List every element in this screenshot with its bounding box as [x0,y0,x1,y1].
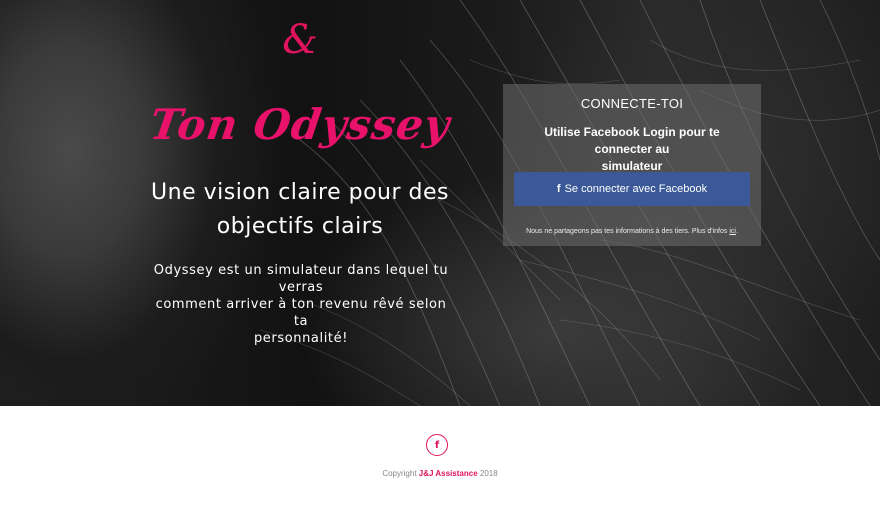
facebook-login-button[interactable]: f Se connecter avec Facebook [514,172,750,206]
description-line-2: comment arriver à ton revenu rêvé selon … [155,297,447,329]
privacy-end: . [735,228,738,235]
privacy-text: Nous ne partageons pas tes informations … [526,228,728,235]
login-card: CONNECTE-TOI Utilise Facebook Login pour… [503,84,761,246]
facebook-icon[interactable]: f [426,434,448,456]
company-link[interactable]: J&J Assistance [419,469,478,478]
login-card-title: CONNECTE-TOI [580,96,684,111]
copyright-notice: Copyright J&J Assistance 2018 [0,469,880,478]
headline-line-2: objectifs clairs [216,214,384,239]
hero-description: Odyssey est un simulateur dans lequel tu… [148,262,454,347]
privacy-notice: Nous ne partageons pas tes informations … [503,228,761,235]
description-line-1: Odyssey est un simulateur dans lequel tu… [153,263,449,295]
hero-headline: Une vision claire pour des objectifs cla… [150,176,450,244]
facebook-login-label: Se connecter avec Facebook [564,183,708,195]
headline-line-1: Une vision claire pour des [151,180,449,205]
brand-title: Ton Odyssey [146,100,454,149]
description-line-3: personnalité! [253,331,349,346]
ampersand-logo: & [282,17,318,63]
footer [0,406,880,520]
facebook-icon: f [556,183,561,195]
subtitle-line-1: Utilise Facebook Login pour te connecter… [544,125,720,156]
copyright-prefix: Copyright [382,469,417,478]
login-card-subtitle: Utilise Facebook Login pour te connecter… [517,124,747,175]
hero-section: & Ton Odyssey Une vision claire pour des… [0,0,880,406]
copyright-year: 2018 [479,469,498,478]
privacy-info-link[interactable]: ici [729,228,736,235]
